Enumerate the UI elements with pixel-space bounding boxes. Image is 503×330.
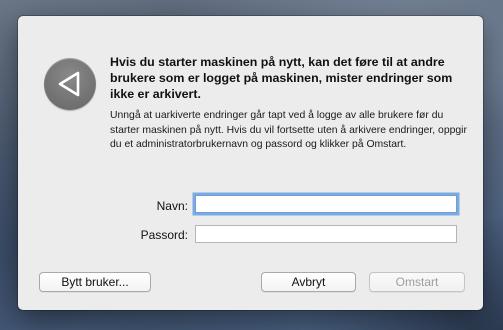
cancel-button[interactable]: Avbryt xyxy=(261,272,356,292)
restart-auth-dialog: Hvis du starter maskinen på nytt, kan de… xyxy=(18,16,483,310)
dialog-message: Unngå at uarkiverte endringer går tapt v… xyxy=(110,110,467,150)
password-label: Passord: xyxy=(140,228,188,242)
name-label: Navn: xyxy=(156,199,188,213)
switch-user-button[interactable]: Bytt bruker... xyxy=(39,272,151,292)
name-field[interactable] xyxy=(195,195,457,213)
restart-warning-icon xyxy=(44,58,96,110)
dialog-title: Hvis du starter maskinen på nytt, kan de… xyxy=(110,55,453,101)
restart-button[interactable]: Omstart xyxy=(369,272,465,292)
password-field[interactable] xyxy=(195,225,457,243)
